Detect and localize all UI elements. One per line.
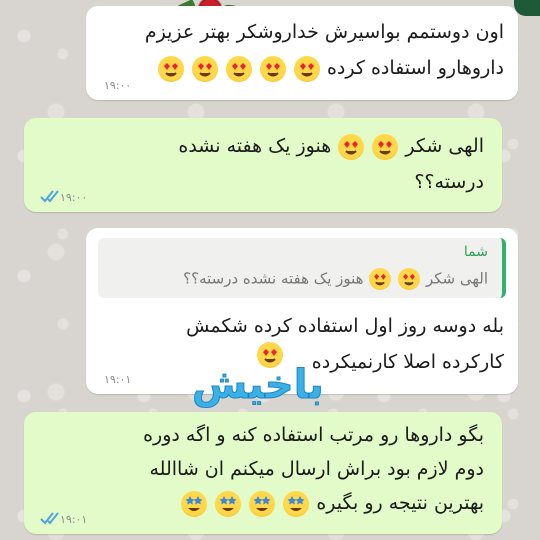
message-meta: ۱۹:۰۱	[104, 373, 131, 386]
message-line: دوم لازم بود براش ارسال میکنم ان شاالله	[149, 458, 485, 480]
quoted-text-part: هنوز یک هفته نشده درسته؟؟	[183, 269, 364, 288]
message-line-text: داروهارو استفاده کرده	[326, 57, 504, 79]
heart-eyes-emoji-icon	[259, 55, 286, 82]
read-receipt-icon	[40, 512, 59, 525]
message-time: ۱۹:۰۱	[104, 373, 132, 386]
star-struck-emoji-icon	[283, 490, 310, 517]
message-meta: ۱۹:۰۰	[104, 79, 131, 92]
quoted-message[interactable]: شما الهی شکر هنوز یک هفته نشده درسته؟؟	[98, 238, 506, 298]
message-line: بهترین نتیجه رو بگیره	[38, 486, 484, 520]
corner-decoration	[514, 0, 540, 16]
star-struck-emoji-icon	[249, 490, 276, 517]
message-body: بگو داروها رو مرتب استفاده کنه و اگه دور…	[38, 418, 484, 520]
message-time: ۱۹:۰۱	[60, 513, 88, 526]
heart-eyes-emoji-icon	[225, 55, 252, 82]
star-struck-emoji-icon	[215, 490, 242, 517]
message-meta: ۱۹:۰۱	[60, 513, 87, 526]
message-bubble-outgoing[interactable]: بگو داروها رو مرتب استفاده کنه و اگه دور…	[24, 412, 502, 534]
message-time: ۱۹:۰۰	[104, 79, 132, 92]
read-receipt-icon	[40, 190, 59, 203]
message-time: ۱۹:۰۰	[60, 191, 88, 204]
message-bubble-outgoing[interactable]: الهی شکر هنوز یک هفته نشده درسته؟؟ ۱۹:۰۰	[24, 118, 502, 212]
message-bubble-incoming[interactable]: اون دوستمم بواسیرش خداروشکر بهتر عزیزم د…	[86, 6, 518, 100]
message-line: بله دوسه روز اول استفاده کرده شکمش	[186, 315, 504, 337]
star-struck-emoji-icon	[181, 490, 208, 517]
heart-eyes-emoji-icon	[369, 268, 392, 290]
heart-eyes-emoji-icon	[398, 268, 421, 290]
quoted-text: الهی شکر هنوز یک هفته نشده درسته؟؟	[183, 268, 488, 290]
message-body: اون دوستمم بواسیرش خداروشکر بهتر عزیزم د…	[100, 14, 504, 86]
message-body: الهی شکر هنوز یک هفته نشده درسته؟؟	[38, 128, 484, 200]
message-line: اون دوستمم بواسیرش خداروشکر بهتر عزیزم	[144, 21, 504, 43]
heart-eyes-emoji-icon	[372, 133, 399, 160]
message-line: الهی شکر هنوز یک هفته نشده	[38, 128, 484, 164]
message-line-text: الهی شکر	[405, 135, 484, 157]
message-line-text: کارکرده اصلا کارنمیکرده	[311, 351, 504, 373]
heart-eyes-emoji-icon	[157, 55, 184, 82]
heart-eyes-emoji-icon	[338, 133, 365, 160]
quoted-text-part: الهی شکر	[425, 269, 488, 288]
message-line: داروهارو استفاده کرده	[100, 50, 504, 86]
watermark-text: باخیش	[192, 362, 325, 409]
heart-eyes-emoji-icon	[293, 55, 320, 82]
quoted-sender: شما	[463, 244, 488, 260]
message-meta: ۱۹:۰۰	[60, 191, 87, 204]
heart-eyes-emoji-icon	[191, 55, 218, 82]
message-line: درسته؟؟	[414, 171, 484, 193]
message-line-text: هنوز یک هفته نشده	[178, 135, 332, 157]
message-line: بگو داروها رو مرتب استفاده کنه و اگه دور…	[143, 424, 484, 446]
message-line-text: بهترین نتیجه رو بگیره	[316, 492, 484, 514]
